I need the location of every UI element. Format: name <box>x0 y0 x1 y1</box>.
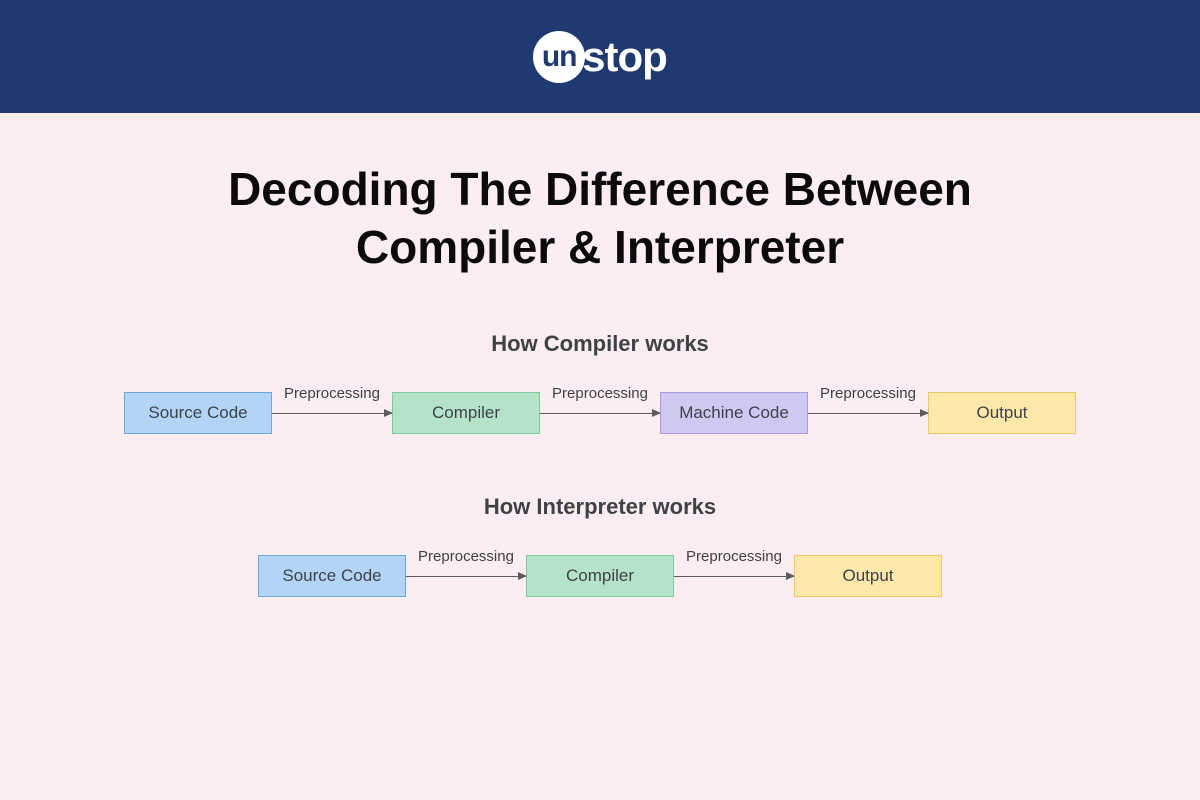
arrow-2: Preprocessing <box>674 576 794 577</box>
arrow-icon <box>272 413 392 414</box>
arrow-3: Preprocessing <box>808 413 928 414</box>
compiler-section-title: How Compiler works <box>0 331 1200 357</box>
compiler-node: Compiler <box>526 555 674 597</box>
arrow-1: Preprocessing <box>272 413 392 414</box>
compiler-diagram: Source Code Preprocessing Compiler Prepr… <box>0 392 1200 434</box>
interpreter-section-title: How Interpreter works <box>0 494 1200 520</box>
title-line-1: Decoding The Difference Between <box>228 163 972 215</box>
compiler-section: How Compiler works Source Code Preproces… <box>0 331 1200 434</box>
arrow-2: Preprocessing <box>540 413 660 414</box>
arrow-label: Preprocessing <box>418 548 514 565</box>
output-node: Output <box>794 555 942 597</box>
arrow-label: Preprocessing <box>820 385 916 402</box>
output-node: Output <box>928 392 1076 434</box>
title-line-2: Compiler & Interpreter <box>356 221 844 273</box>
content-area: Decoding The Difference Between Compiler… <box>0 113 1200 800</box>
source-code-node: Source Code <box>124 392 272 434</box>
page-title: Decoding The Difference Between Compiler… <box>0 161 1200 276</box>
header-banner: un stop <box>0 0 1200 113</box>
source-code-node: Source Code <box>258 555 406 597</box>
arrow-label: Preprocessing <box>552 385 648 402</box>
arrow-icon <box>674 576 794 577</box>
arrow-icon <box>540 413 660 414</box>
interpreter-section: How Interpreter works Source Code Prepro… <box>0 494 1200 597</box>
unstop-logo: un stop <box>533 31 667 83</box>
arrow-icon <box>808 413 928 414</box>
arrow-label: Preprocessing <box>284 385 380 402</box>
interpreter-diagram: Source Code Preprocessing Compiler Prepr… <box>0 555 1200 597</box>
compiler-node: Compiler <box>392 392 540 434</box>
machine-code-node: Machine Code <box>660 392 808 434</box>
arrow-label: Preprocessing <box>686 548 782 565</box>
arrow-1: Preprocessing <box>406 576 526 577</box>
arrow-icon <box>406 576 526 577</box>
logo-text: stop <box>582 33 667 81</box>
logo-circle: un <box>533 31 585 83</box>
